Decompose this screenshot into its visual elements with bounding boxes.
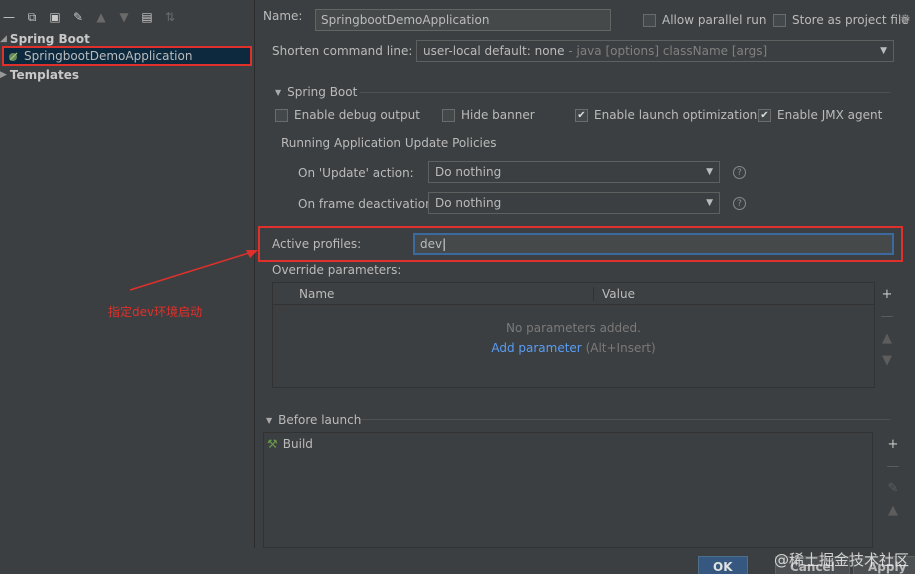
collapse-arrow-icon: ▼ — [266, 415, 273, 425]
checkbox-box[interactable] — [773, 13, 786, 27]
add-icon[interactable]: + — [888, 433, 899, 455]
save-config-icon[interactable]: ▣ — [46, 8, 64, 26]
tree-item-springboot-demo-app[interactable]: SpringbootDemoApplication — [2, 46, 252, 66]
checkbox-box[interactable]: ✔ — [575, 108, 588, 122]
on-frame-label: On frame deactivation: — [298, 197, 437, 211]
before-launch-header[interactable]: ▼ Before launch — [266, 413, 361, 427]
hide-banner-label: Hide banner — [461, 108, 535, 122]
name-label: Name: — [263, 9, 303, 23]
hide-banner-checkbox[interactable]: Hide banner — [442, 108, 535, 122]
before-launch-list: ⚒ Build — [263, 432, 873, 548]
override-params-table: Name Value No parameters added. Add para… — [272, 282, 875, 388]
help-icon[interactable]: ? — [733, 197, 746, 210]
copy-config-icon[interactable]: ⧉ — [23, 8, 41, 26]
ok-label: OK — [713, 560, 733, 574]
spring-leaf-icon — [9, 52, 18, 61]
shorten-label: Shorten command line: — [272, 44, 413, 58]
column-value[interactable]: Value — [594, 287, 635, 301]
shorten-hint: - java [options] className [args] — [564, 44, 768, 58]
on-update-label: On 'Update' action: — [298, 166, 414, 180]
on-update-value: Do nothing — [435, 165, 502, 179]
checkbox-box[interactable] — [275, 108, 288, 122]
active-profiles-label: Active profiles: — [272, 237, 362, 251]
empty-table-text: No parameters added. — [506, 321, 641, 335]
store-project-label: Store as project file — [792, 13, 909, 27]
before-launch-side-toolbar: + — ✎ ▲ — [885, 433, 901, 521]
help-icon[interactable]: ? — [733, 166, 746, 179]
launch-optimization-label: Enable launch optimization — [594, 108, 758, 122]
dropdown-caret-icon: ▼ — [880, 46, 887, 56]
move-up-icon[interactable]: ▲ — [888, 499, 898, 521]
add-icon[interactable]: + — [882, 283, 893, 305]
remove-config-icon[interactable]: — — [0, 8, 18, 26]
launch-optimization-checkbox[interactable]: ✔ Enable launch optimization — [575, 108, 757, 122]
policies-title: Running Application Update Policies — [281, 136, 497, 150]
expand-arrow-icon[interactable]: ▶ — [0, 70, 7, 80]
store-project-checkbox[interactable]: Store as project file — [773, 13, 909, 27]
settings-gear-icon[interactable]: ⚙ — [900, 12, 911, 26]
checkbox-box[interactable] — [643, 13, 656, 27]
wrench-icon[interactable]: ✎ — [69, 8, 87, 26]
jmx-agent-label: Enable JMX agent — [777, 108, 883, 122]
section-divider — [360, 92, 890, 93]
section-title: Spring Boot — [287, 85, 358, 99]
allow-parallel-label: Allow parallel run — [662, 13, 767, 27]
add-parameter-link[interactable]: Add parameter — [491, 341, 581, 355]
column-name[interactable]: Name — [293, 286, 594, 301]
shorten-command-combo[interactable]: user-local default: none - java [options… — [416, 40, 894, 62]
tree-group-templates[interactable]: ▶ Templates — [0, 68, 79, 82]
move-down-icon[interactable]: ▼ — [115, 8, 133, 26]
move-up-icon[interactable]: ▲ — [882, 327, 892, 349]
dropdown-caret-icon: ▼ — [706, 198, 713, 208]
build-label: Build — [282, 437, 313, 451]
before-launch-item-build[interactable]: ⚒ Build — [267, 437, 313, 451]
collapse-arrow-icon: ▼ — [275, 87, 282, 97]
table-header: Name Value — [273, 283, 874, 305]
add-parameter-hint: (Alt+Insert) — [581, 341, 656, 355]
tree-group-spring-boot[interactable]: ◢ Spring Boot — [0, 32, 90, 46]
active-profiles-input[interactable]: dev | — [413, 233, 894, 255]
jmx-agent-checkbox[interactable]: ✔ Enable JMX agent — [758, 108, 882, 122]
shorten-value: user-local default: none — [423, 44, 565, 58]
name-value: SpringbootDemoApplication — [321, 13, 490, 27]
tree-toolbar: — ⧉ ▣ ✎ ▲ ▼ ▤ ⇅ — [0, 8, 184, 26]
new-folder-icon[interactable]: ▤ — [138, 8, 156, 26]
override-label: Override parameters: — [272, 263, 402, 277]
active-profiles-value: dev — [420, 237, 443, 251]
name-field[interactable]: SpringbootDemoApplication — [315, 9, 611, 31]
checkbox-box[interactable]: ✔ — [758, 108, 771, 122]
sort-icon[interactable]: ⇅ — [161, 8, 179, 26]
on-frame-value: Do nothing — [435, 196, 502, 210]
before-launch-title: Before launch — [278, 413, 362, 427]
run-config-editor: Name: SpringbootDemoApplication Allow pa… — [255, 0, 915, 574]
params-side-toolbar: + — ▲ ▼ — [879, 283, 895, 371]
edit-icon[interactable]: ✎ — [888, 477, 899, 499]
watermark: @稀土掘金技术社区 — [773, 551, 909, 569]
allow-parallel-checkbox[interactable]: Allow parallel run — [643, 13, 766, 27]
on-frame-combo[interactable]: Do nothing ▼ — [428, 192, 720, 214]
run-config-tree-panel: — ⧉ ▣ ✎ ▲ ▼ ▤ ⇅ ◢ Spring Boot Springboot… — [0, 0, 255, 548]
tree-group-label: Templates — [9, 68, 79, 82]
annotation-text: 指定dev环境启动 — [108, 305, 203, 319]
section-divider — [360, 419, 890, 420]
hammer-icon: ⚒ — [267, 437, 278, 451]
on-update-combo[interactable]: Do nothing ▼ — [428, 161, 720, 183]
tree-group-label: Spring Boot — [9, 32, 90, 46]
remove-icon[interactable]: — — [881, 305, 894, 327]
checkbox-box[interactable] — [442, 108, 455, 122]
expand-arrow-icon[interactable]: ◢ — [0, 34, 7, 44]
tree-item-label: SpringbootDemoApplication — [24, 49, 193, 63]
move-up-icon[interactable]: ▲ — [92, 8, 110, 26]
debug-output-label: Enable debug output — [294, 108, 420, 122]
debug-output-checkbox[interactable]: Enable debug output — [275, 108, 420, 122]
ok-button[interactable]: OK — [698, 556, 748, 574]
remove-icon[interactable]: — — [887, 455, 900, 477]
dropdown-caret-icon: ▼ — [706, 167, 713, 177]
spring-boot-section-header[interactable]: ▼ Spring Boot — [275, 85, 357, 99]
move-down-icon[interactable]: ▼ — [882, 349, 892, 371]
